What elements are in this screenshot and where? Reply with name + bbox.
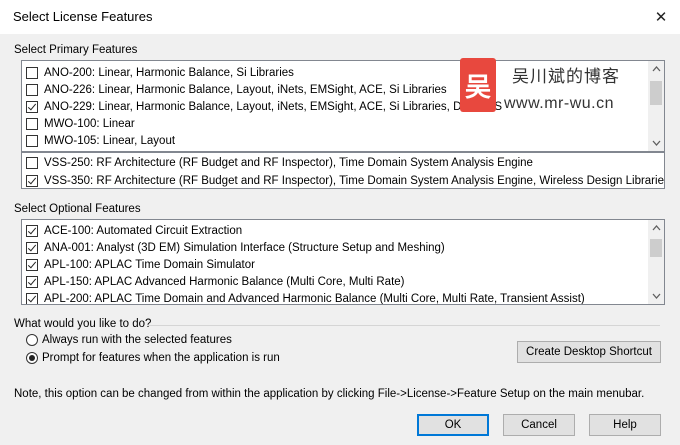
scroll-down-icon[interactable] <box>648 135 664 151</box>
radio-always-run[interactable]: Always run with the selected features <box>26 334 232 346</box>
checkbox[interactable] <box>26 117 38 130</box>
optional-feature-item[interactable]: APL-150: APLAC Advanced Harmonic Balance… <box>26 273 405 290</box>
system-feature-item[interactable]: VSS-250: RF Architecture (RF Budget and … <box>26 154 533 171</box>
primary-feature-item[interactable]: MWO-100: Linear <box>26 115 135 132</box>
radio-button[interactable] <box>26 334 38 346</box>
optional-feature-item-label: ACE-100: Automated Circuit Extraction <box>44 224 243 237</box>
watermark-logo: 吴 <box>460 58 496 112</box>
action-group-label: What would you like to do? <box>14 318 152 330</box>
checkbox[interactable] <box>26 156 38 169</box>
optional-features-list[interactable]: ACE-100: Automated Circuit Extraction ANA… <box>21 219 665 305</box>
optional-scrollbar[interactable] <box>648 220 664 304</box>
primary-feature-item[interactable]: ANO-200: Linear, Harmonic Balance, Si Li… <box>26 64 294 81</box>
title-bar: Select License Features ✕ <box>0 0 680 34</box>
optional-feature-item-label: APL-200: APLAC Time Domain and Advanced … <box>44 292 585 305</box>
checkbox[interactable] <box>26 292 38 304</box>
radio-prompt[interactable]: Prompt for features when the application… <box>26 352 280 364</box>
checkbox[interactable] <box>26 258 38 271</box>
checkbox[interactable] <box>26 83 38 96</box>
system-feature-item-label: VSS-350: RF Architecture (RF Budget and … <box>44 174 665 187</box>
watermark-name: 吴川斌的博客 <box>512 67 620 86</box>
primary-feature-item[interactable]: ANO-229: Linear, Harmonic Balance, Layou… <box>26 98 502 115</box>
optional-feature-item-label: APL-100: APLAC Time Domain Simulator <box>44 258 255 271</box>
optional-features-label: Select Optional Features <box>14 203 141 215</box>
primary-feature-item[interactable]: MWO-105: Linear, Layout <box>26 132 175 149</box>
system-feature-item[interactable]: VSS-350: RF Architecture (RF Budget and … <box>26 172 665 188</box>
close-icon: ✕ <box>654 9 668 26</box>
optional-feature-item[interactable]: ANA-001: Analyst (3D EM) Simulation Inte… <box>26 239 445 256</box>
radio-label: Prompt for features when the application… <box>42 352 280 364</box>
scroll-thumb[interactable] <box>650 239 662 257</box>
checkbox[interactable] <box>26 241 38 254</box>
primary-feature-item-label: MWO-105: Linear, Layout <box>44 134 176 147</box>
checkbox[interactable] <box>26 100 38 113</box>
optional-feature-item-label: ANA-001: Analyst (3D EM) Simulation Inte… <box>44 241 445 254</box>
optional-feature-item[interactable]: APL-200: APLAC Time Domain and Advanced … <box>26 290 585 305</box>
optional-feature-item-label: APL-150: APLAC Advanced Harmonic Balance… <box>44 275 405 288</box>
help-button[interactable]: Help <box>589 414 661 436</box>
ok-button[interactable]: OK <box>417 414 489 436</box>
watermark-url: www.mr-wu.cn <box>504 95 615 112</box>
note-text: Note, this option can be changed from wi… <box>14 388 645 400</box>
primary-features-label: Select Primary Features <box>14 44 138 56</box>
checkbox[interactable] <box>26 174 38 187</box>
primary-feature-item-label: ANO-229: Linear, Harmonic Balance, Layou… <box>44 100 503 113</box>
primary-feature-item-label: ANO-226: Linear, Harmonic Balance, Layou… <box>44 83 447 96</box>
checkbox[interactable] <box>26 275 38 288</box>
optional-feature-item[interactable]: ACE-100: Automated Circuit Extraction <box>26 222 242 239</box>
checkbox[interactable] <box>26 134 38 147</box>
cancel-button[interactable]: Cancel <box>503 414 575 436</box>
scroll-down-icon[interactable] <box>648 288 664 304</box>
close-button[interactable]: ✕ <box>648 5 674 29</box>
checkbox[interactable] <box>26 66 38 79</box>
system-feature-item-label: VSS-250: RF Architecture (RF Budget and … <box>44 156 533 169</box>
watermark: 吴 吴川斌的博客 www.mr-wu.cn <box>460 58 660 124</box>
scroll-up-icon[interactable] <box>648 220 664 236</box>
primary-feature-item-label: ANO-200: Linear, Harmonic Balance, Si Li… <box>44 66 294 79</box>
create-shortcut-button[interactable]: Create Desktop Shortcut <box>517 341 661 363</box>
system-features-list[interactable]: VSS-250: RF Architecture (RF Budget and … <box>21 152 665 189</box>
optional-feature-item[interactable]: APL-100: APLAC Time Domain Simulator <box>26 256 255 273</box>
group-divider <box>148 325 660 326</box>
checkbox[interactable] <box>26 224 38 237</box>
window-title: Select License Features <box>13 9 153 24</box>
primary-feature-item-label: MWO-100: Linear <box>44 117 135 130</box>
radio-button[interactable] <box>26 352 38 364</box>
primary-feature-item[interactable]: ANO-226: Linear, Harmonic Balance, Layou… <box>26 81 447 98</box>
radio-label: Always run with the selected features <box>42 334 232 346</box>
